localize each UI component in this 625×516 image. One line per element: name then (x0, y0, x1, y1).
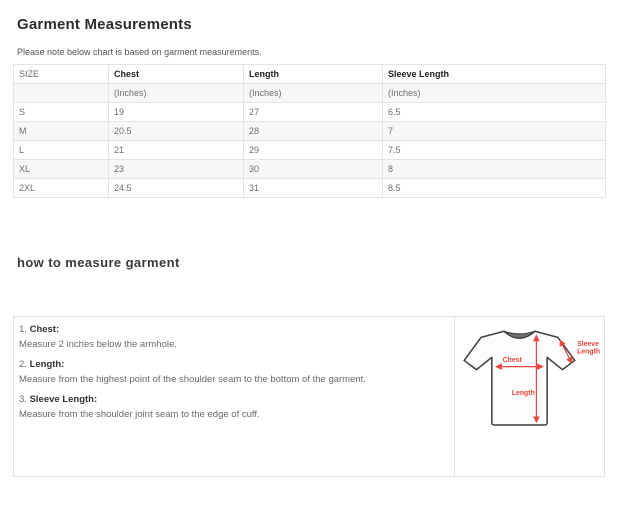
page-container: Garment Measurements Please note below c… (0, 16, 625, 477)
table-row: XL 23 30 8 (14, 160, 606, 179)
step-number: 1. (19, 324, 27, 335)
tshirt-diagram: Chest Length Sleeve Length (458, 322, 604, 445)
page-title: Garment Measurements (17, 16, 605, 33)
step-description: Measure 2 inches below the armhole. (19, 338, 444, 351)
instruction-step: 1. Chest: Measure 2 inches below the arm… (19, 323, 444, 351)
chest-cell: 23 (109, 160, 244, 179)
column-header-sleeve-length: Sleeve Length (383, 65, 606, 84)
table-row: M 20.5 28 7 (14, 122, 606, 141)
step-number: 3. (19, 394, 27, 405)
table-row: 2XL 24.5 31 8.5 (14, 179, 606, 198)
table-row: S 19 27 6.5 (14, 103, 606, 122)
chest-label: Chest (503, 357, 523, 364)
step-number: 2. (19, 359, 27, 370)
column-header-length: Length (244, 65, 383, 84)
diagram-cell: Chest Length Sleeve Length (454, 317, 604, 476)
step-label: Length: (30, 359, 65, 370)
header-row: SIZE Chest Length Sleeve Length (14, 65, 606, 84)
chest-cell: 21 (109, 141, 244, 160)
sleeve-cell: 7.5 (383, 141, 606, 160)
step-title: 3. Sleeve Length: (19, 393, 444, 406)
sleeve-cell: 7 (383, 122, 606, 141)
size-cell: XL (14, 160, 109, 179)
size-cell: S (14, 103, 109, 122)
step-description: Measure from the highest point of the sh… (19, 373, 444, 386)
step-description: Measure from the shoulder joint seam to … (19, 408, 444, 421)
length-label: Length (512, 390, 535, 397)
instruction-step: 3. Sleeve Length: Measure from the shoul… (19, 393, 444, 421)
column-header-size: SIZE (14, 65, 109, 84)
units-row: (Inches) (Inches) (Inches) (14, 84, 606, 103)
chest-cell: 19 (109, 103, 244, 122)
length-cell: 27 (244, 103, 383, 122)
sleeve-cell: 6.5 (383, 103, 606, 122)
chest-cell: 24.5 (109, 179, 244, 198)
step-title: 1. Chest: (19, 323, 444, 336)
step-title: 2. Length: (19, 358, 444, 371)
instruction-step: 2. Length: Measure from the highest poin… (19, 358, 444, 386)
step-label: Sleeve Length: (30, 394, 98, 405)
size-cell: L (14, 141, 109, 160)
units-cell-chest: (Inches) (109, 84, 244, 103)
units-cell-length: (Inches) (244, 84, 383, 103)
size-cell: 2XL (14, 179, 109, 198)
sleeve-cell: 8 (383, 160, 606, 179)
column-header-chest: Chest (109, 65, 244, 84)
step-label: Chest: (30, 324, 60, 335)
measure-instructions-box: 1. Chest: Measure 2 inches below the arm… (13, 316, 605, 477)
units-cell-sleeve: (Inches) (383, 84, 606, 103)
length-cell: 31 (244, 179, 383, 198)
sleeve-label: Sleeve Length (577, 341, 601, 356)
length-cell: 30 (244, 160, 383, 179)
chest-cell: 20.5 (109, 122, 244, 141)
length-cell: 29 (244, 141, 383, 160)
instructions-list: 1. Chest: Measure 2 inches below the arm… (14, 317, 454, 476)
units-cell-empty (14, 84, 109, 103)
table-row: L 21 29 7.5 (14, 141, 606, 160)
sleeve-cell: 8.5 (383, 179, 606, 198)
length-cell: 28 (244, 122, 383, 141)
size-cell: M (14, 122, 109, 141)
measurement-note: Please note below chart is based on garm… (17, 47, 605, 58)
size-chart-table: SIZE Chest Length Sleeve Length (Inches)… (13, 64, 606, 198)
how-to-measure-heading: how to measure garment (17, 255, 605, 270)
tshirt-outline (464, 331, 575, 425)
